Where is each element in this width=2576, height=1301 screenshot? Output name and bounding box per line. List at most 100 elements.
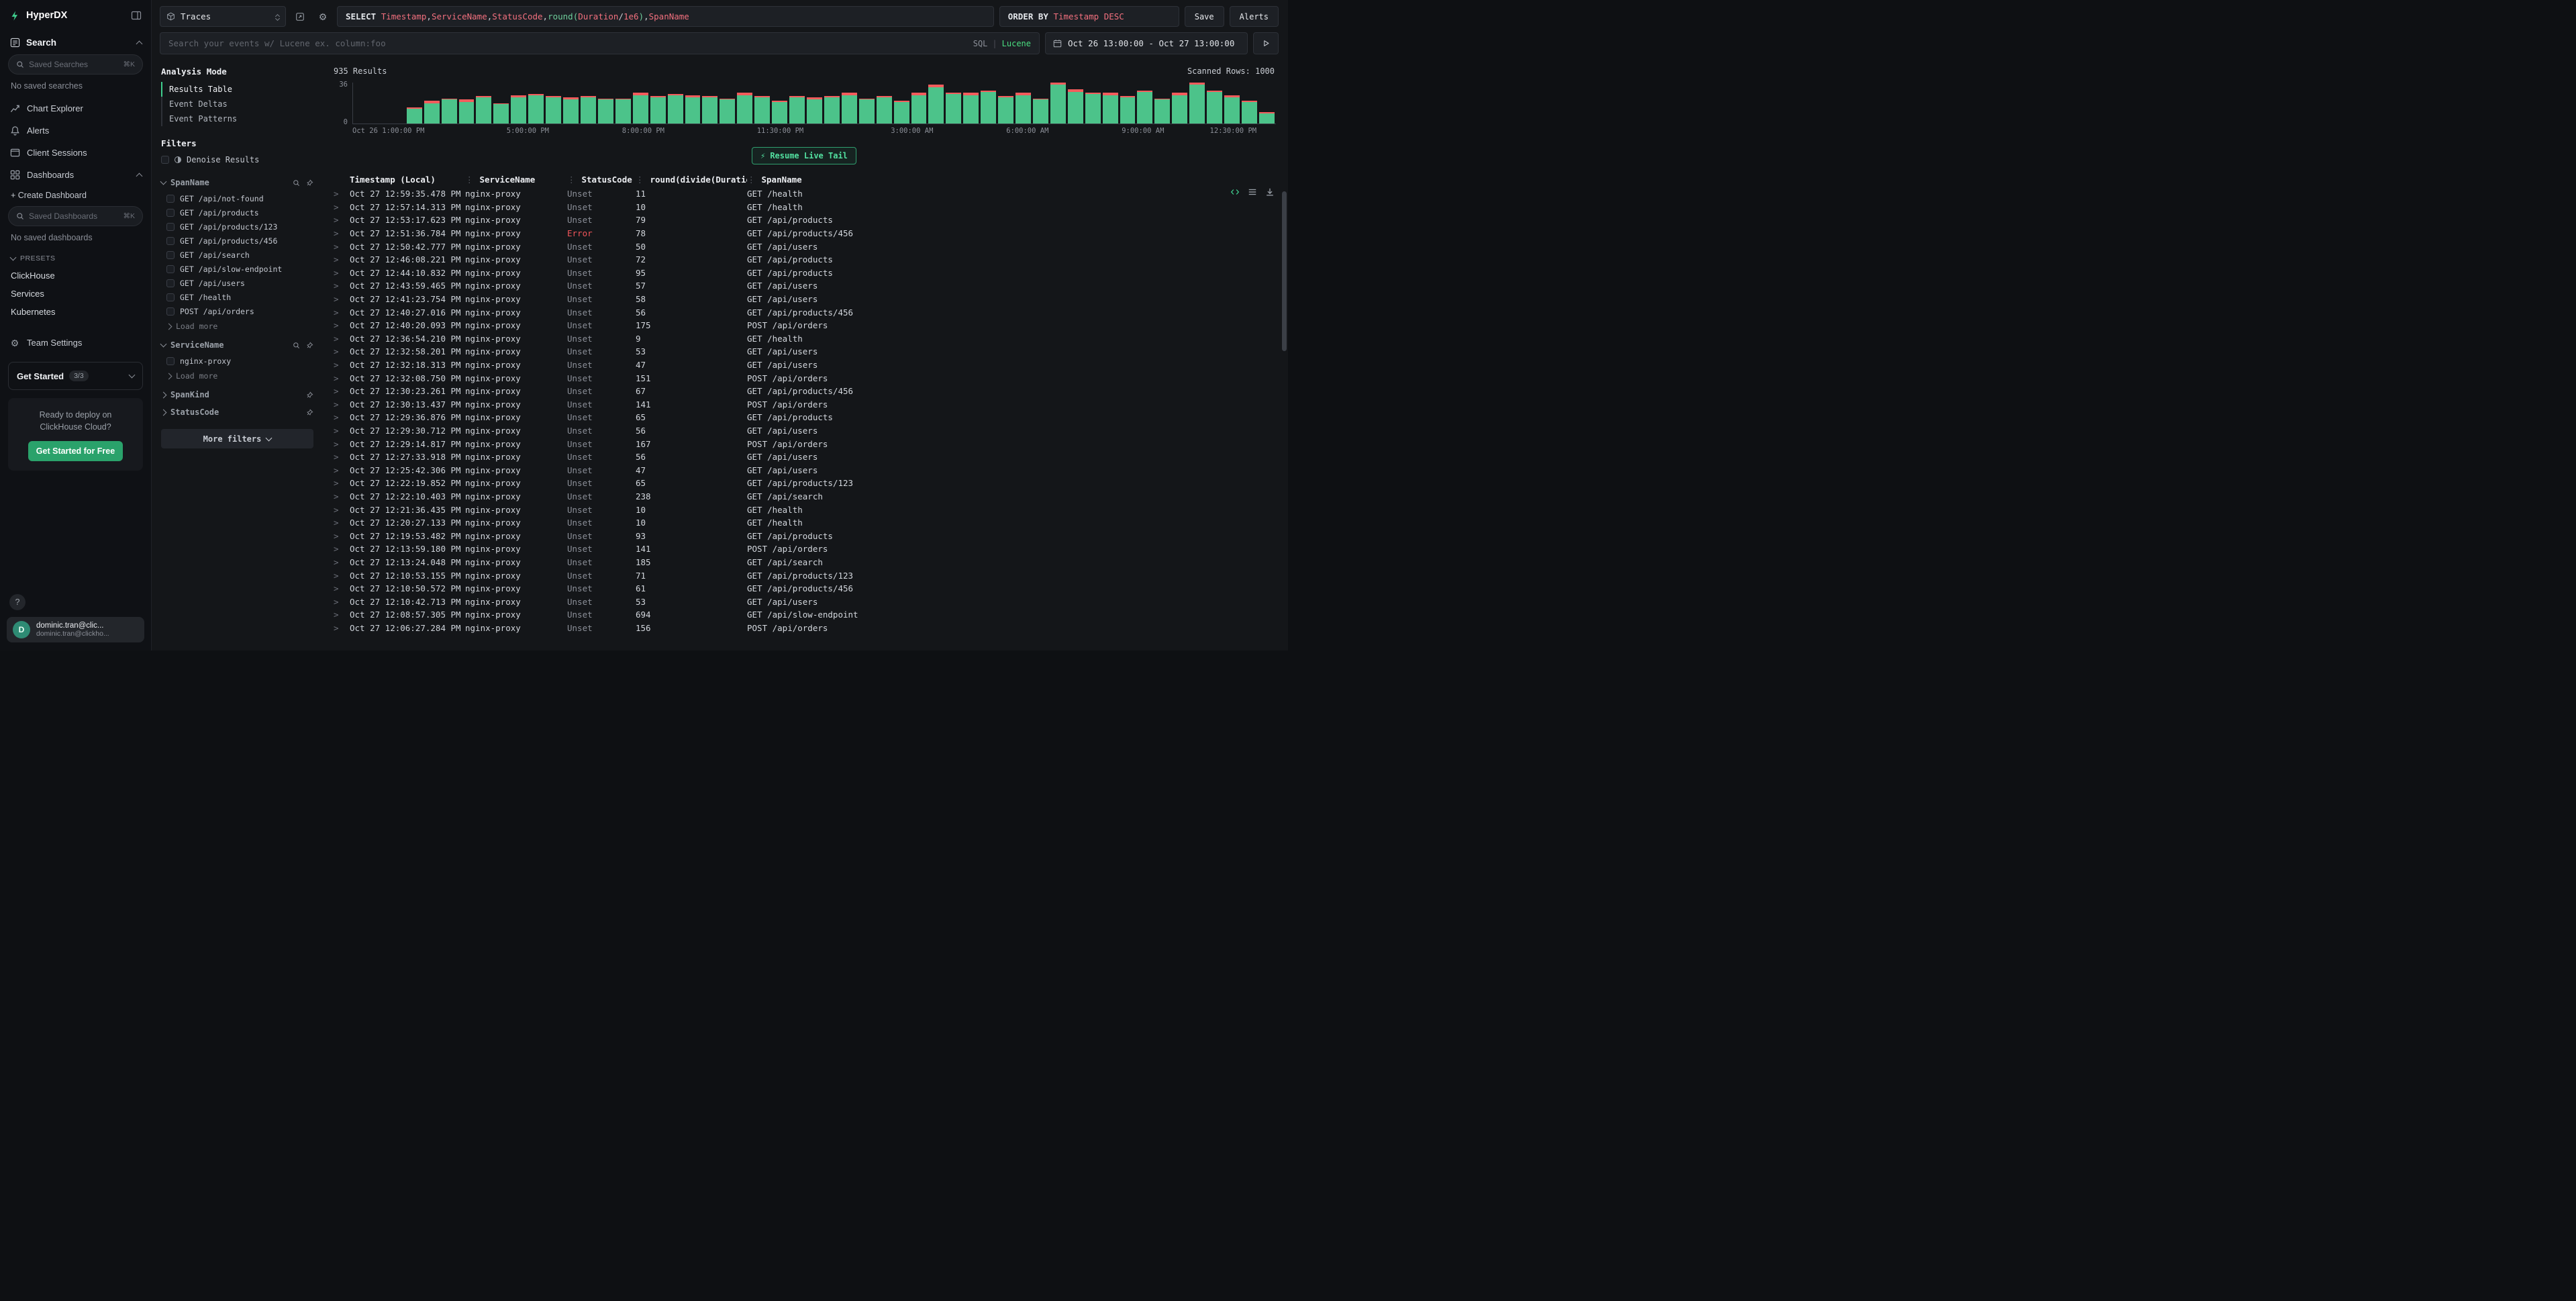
expand-row-chevron[interactable]: >	[332, 346, 350, 356]
expand-row-chevron[interactable]: >	[332, 281, 350, 291]
table-row[interactable]: > Oct 27 12:36:54.210 PM nginx-proxy Uns…	[332, 332, 1276, 346]
table-row[interactable]: > Oct 27 12:40:20.093 PM nginx-proxy Uns…	[332, 319, 1276, 332]
table-row[interactable]: > Oct 27 12:06:27.284 PM nginx-proxy Uns…	[332, 622, 1276, 635]
chart-bar[interactable]	[389, 83, 405, 124]
chart-bar[interactable]	[859, 83, 875, 124]
chart-bar[interactable]	[1189, 83, 1205, 124]
expand-row-chevron[interactable]: >	[332, 623, 350, 633]
table-row[interactable]: > Oct 27 12:32:58.201 PM nginx-proxy Uns…	[332, 345, 1276, 358]
chart-bar[interactable]	[754, 83, 770, 124]
chart-bar[interactable]	[615, 83, 631, 124]
edit-source-button[interactable]	[291, 8, 309, 26]
expand-row-chevron[interactable]: >	[332, 571, 350, 581]
expand-row-chevron[interactable]: >	[332, 478, 350, 488]
facet-group-servicename[interactable]: ServiceName	[161, 336, 313, 354]
facet-option[interactable]: nginx-proxy	[161, 354, 313, 368]
checkbox-icon[interactable]	[166, 195, 175, 203]
facet-option[interactable]: POST /api/orders	[161, 304, 313, 318]
facet-option[interactable]: GET /health	[161, 290, 313, 304]
table-row[interactable]: > Oct 27 12:50:42.777 PM nginx-proxy Uns…	[332, 240, 1276, 253]
get-started-card[interactable]: Get Started 3/3	[8, 362, 143, 390]
table-row[interactable]: > Oct 27 12:10:50.572 PM nginx-proxy Uns…	[332, 582, 1276, 595]
event-search-input[interactable]	[168, 38, 967, 48]
table-row[interactable]: > Oct 27 12:13:24.048 PM nginx-proxy Uns…	[332, 556, 1276, 569]
table-row[interactable]: > Oct 27 12:46:08.221 PM nginx-proxy Uns…	[332, 253, 1276, 267]
chart-bar[interactable]	[442, 83, 457, 124]
order-by-display[interactable]: ORDER BY Timestamp DESC	[999, 6, 1179, 27]
chart-bar[interactable]	[1103, 83, 1118, 124]
chart-bar[interactable]	[1050, 83, 1066, 124]
expand-row-chevron[interactable]: >	[332, 610, 350, 620]
facet-option[interactable]: GET /api/not-found	[161, 191, 313, 205]
expand-row-chevron[interactable]: >	[332, 228, 350, 238]
chart-bar[interactable]	[354, 83, 370, 124]
analysis-mode-item[interactable]: Results Table	[161, 82, 313, 97]
chart-bar[interactable]	[476, 83, 491, 124]
get-started-free-button[interactable]: Get Started for Free	[28, 441, 123, 461]
expand-row-chevron[interactable]: >	[332, 373, 350, 383]
facet-option[interactable]: GET /api/search	[161, 248, 313, 262]
source-settings-button[interactable]: ⚙	[314, 8, 332, 26]
facet-group-statuscode[interactable]: StatusCode	[161, 403, 313, 421]
expand-row-chevron[interactable]: >	[332, 531, 350, 541]
table-row[interactable]: > Oct 27 12:43:59.465 PM nginx-proxy Uns…	[332, 279, 1276, 293]
table-row[interactable]: > Oct 27 12:30:23.261 PM nginx-proxy Uns…	[332, 385, 1276, 398]
sidebar-item-client-sessions[interactable]: Client Sessions	[0, 142, 151, 164]
run-query-button[interactable]	[1253, 32, 1279, 54]
table-row[interactable]: > Oct 27 12:41:23.754 PM nginx-proxy Uns…	[332, 293, 1276, 306]
checkbox-icon[interactable]	[166, 265, 175, 273]
chart-bar[interactable]	[424, 83, 440, 124]
checkbox-icon[interactable]	[166, 223, 175, 231]
chart-bar[interactable]	[963, 83, 979, 124]
facet-search-icon[interactable]	[293, 342, 300, 349]
chart-bar[interactable]	[1242, 83, 1257, 124]
facet-group-spankind[interactable]: SpanKind	[161, 386, 313, 403]
expand-row-chevron[interactable]: >	[332, 544, 350, 554]
table-row[interactable]: > Oct 27 12:51:36.784 PM nginx-proxy Err…	[332, 227, 1276, 240]
facet-option[interactable]: GET /api/products	[161, 205, 313, 220]
chart-bar[interactable]	[546, 83, 561, 124]
chart-bar[interactable]	[1085, 83, 1101, 124]
more-filters-button[interactable]: More filters	[161, 429, 313, 448]
chart-bar[interactable]	[772, 83, 787, 124]
table-row[interactable]: > Oct 27 12:57:14.313 PM nginx-proxy Uns…	[332, 201, 1276, 214]
chart-plot[interactable]	[352, 83, 1276, 124]
download-icon[interactable]	[1265, 187, 1275, 197]
table-row[interactable]: > Oct 27 12:30:13.437 PM nginx-proxy Uns…	[332, 398, 1276, 412]
user-menu[interactable]: D dominic.tran@clic... dominic.tran@clic…	[7, 617, 144, 642]
sidebar-preset-item[interactable]: ClickHouse	[0, 267, 151, 285]
pin-icon[interactable]	[306, 391, 313, 399]
expand-row-chevron[interactable]: >	[332, 215, 350, 225]
app-title[interactable]: HyperDX	[26, 10, 67, 21]
table-row[interactable]: > Oct 27 12:25:42.306 PM nginx-proxy Uns…	[332, 463, 1276, 477]
table-row[interactable]: > Oct 27 12:27:33.918 PM nginx-proxy Uns…	[332, 450, 1276, 464]
load-more-servicename[interactable]: Load more	[161, 368, 313, 386]
table-row[interactable]: > Oct 27 12:20:27.133 PM nginx-proxy Uns…	[332, 516, 1276, 530]
resume-live-tail-button[interactable]: ⚡ Resume Live Tail	[752, 147, 856, 164]
column-drag-handle[interactable]: ⋮	[636, 175, 644, 185]
sidebar-item-team-settings[interactable]: ⚙ Team Settings	[0, 332, 151, 354]
chart-bar[interactable]	[563, 83, 579, 124]
presets-toggle[interactable]: PRESETS	[0, 249, 151, 267]
alerts-button[interactable]: Alerts	[1230, 6, 1279, 27]
table-row[interactable]: > Oct 27 12:32:18.313 PM nginx-proxy Uns…	[332, 358, 1276, 372]
table-row[interactable]: > Oct 27 12:29:30.712 PM nginx-proxy Uns…	[332, 424, 1276, 438]
expand-row-chevron[interactable]: >	[332, 294, 350, 304]
expand-row-chevron[interactable]: >	[332, 426, 350, 436]
expand-row-chevron[interactable]: >	[332, 491, 350, 501]
column-header-timestamp[interactable]: Timestamp (Local)	[350, 175, 465, 185]
facet-option[interactable]: GET /api/products/456	[161, 234, 313, 248]
row-density-icon[interactable]	[1248, 187, 1257, 197]
expand-row-chevron[interactable]: >	[332, 334, 350, 344]
checkbox-icon[interactable]	[166, 251, 175, 259]
sidebar-item-dashboards[interactable]: Dashboards	[0, 164, 151, 186]
saved-dashboards-box[interactable]: ⌘K	[8, 206, 143, 226]
expand-row-chevron[interactable]: >	[332, 254, 350, 264]
table-row[interactable]: > Oct 27 12:08:57.305 PM nginx-proxy Uns…	[332, 608, 1276, 622]
table-row[interactable]: > Oct 27 12:29:14.817 PM nginx-proxy Uns…	[332, 437, 1276, 450]
events-histogram[interactable]: 36 0	[332, 83, 1276, 124]
analysis-mode-item[interactable]: Event Patterns	[161, 111, 313, 126]
analysis-mode-item[interactable]: Event Deltas	[161, 97, 313, 111]
checkbox-icon[interactable]	[166, 307, 175, 316]
chart-bar[interactable]	[459, 83, 475, 124]
